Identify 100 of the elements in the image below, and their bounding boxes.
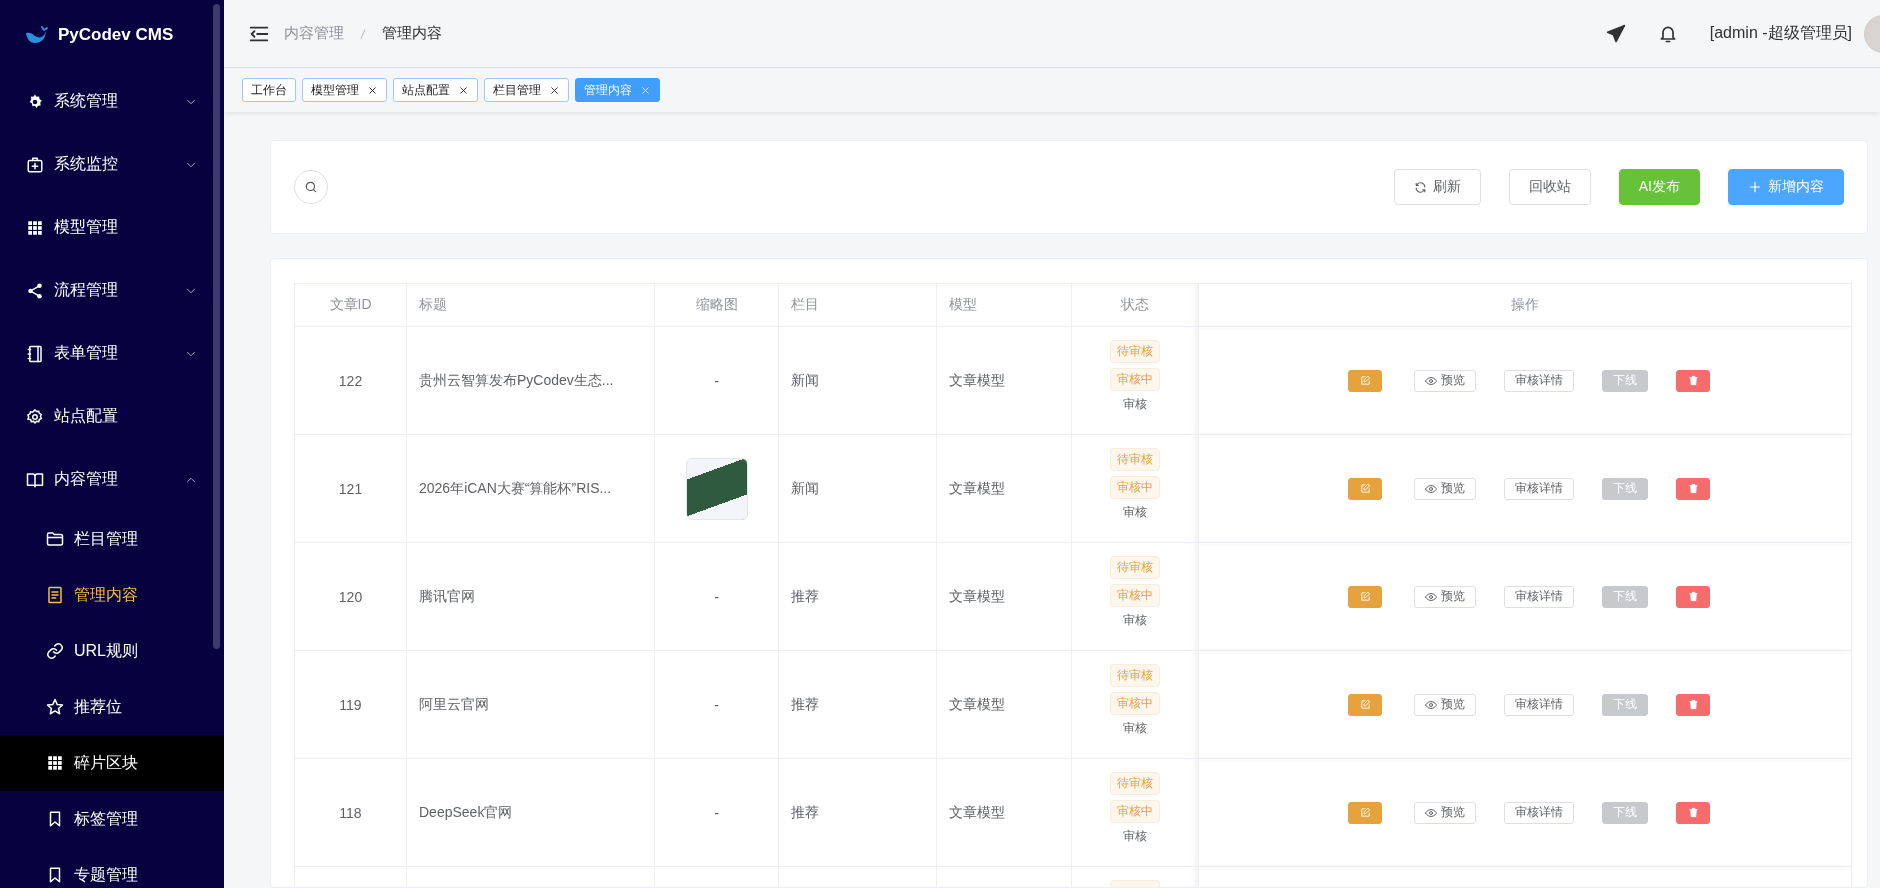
preview-button[interactable]: 预览 — [1414, 585, 1476, 608]
refresh-button[interactable]: 刷新 — [1393, 169, 1481, 205]
review-details-button[interactable]: 审核详情 — [1504, 585, 1574, 608]
table-cell: 文章模型 — [949, 371, 1005, 388]
status-tag: 待审核 — [1110, 664, 1160, 687]
sidebar-item[interactable]: 系统管理 — [0, 70, 224, 133]
status-tag: 待审核 — [1110, 340, 1160, 363]
column-header: 标题 — [406, 283, 655, 327]
review-details-button[interactable]: 审核详情 — [1504, 801, 1574, 824]
preview-button[interactable]: 预览 — [1414, 477, 1476, 500]
review-link[interactable]: 审核 — [1123, 828, 1147, 845]
tab[interactable]: 站点配置 — [393, 78, 478, 102]
table-cell: 新闻 — [791, 371, 819, 388]
delete-button[interactable] — [1676, 801, 1710, 824]
column-header: 文章ID — [294, 283, 407, 327]
review-link[interactable]: 审核 — [1123, 396, 1147, 413]
scrollbar[interactable] — [213, 4, 220, 649]
table-cell: 文章模型 — [949, 695, 1005, 712]
review-link[interactable]: 审核 — [1123, 720, 1147, 737]
document-icon — [46, 586, 64, 604]
edit-icon — [1359, 807, 1371, 818]
table-cell: 119 — [339, 696, 362, 713]
edit-icon — [1359, 699, 1371, 710]
table-cell: 118 — [339, 804, 362, 821]
sidebar-subitem[interactable]: 碎片区块 — [0, 735, 224, 791]
tab[interactable]: 栏目管理 — [484, 78, 569, 102]
table-cell: 腾讯官网 — [419, 587, 475, 604]
trash-icon — [1687, 483, 1699, 494]
table-cell: DeepSeek官网 — [419, 803, 513, 820]
column-header: 状态 — [1071, 283, 1199, 327]
column-header: 模型 — [936, 283, 1072, 327]
delete-button[interactable] — [1676, 477, 1710, 500]
status-tag: 审核中 — [1110, 584, 1160, 607]
table-cell: 阿里云官网 — [419, 695, 489, 712]
status-tag: 待审核 — [1110, 448, 1160, 471]
sidebar-subitem[interactable]: 专题管理 — [0, 847, 224, 888]
table-cell: 新闻 — [791, 479, 819, 496]
edit-button[interactable] — [1348, 369, 1382, 392]
close-icon[interactable] — [549, 84, 560, 96]
edit-button[interactable] — [1348, 585, 1382, 608]
status-tag: 待审核 — [1110, 556, 1160, 579]
notebook-icon — [26, 344, 44, 363]
eye-icon — [1425, 482, 1437, 495]
edit-icon — [1359, 375, 1371, 386]
review-details-button[interactable]: 审核详情 — [1504, 693, 1574, 716]
column-header: 缩略图 — [654, 283, 779, 327]
link-icon — [46, 642, 64, 660]
eye-icon — [1425, 590, 1437, 603]
edit-button[interactable] — [1348, 477, 1382, 500]
delete-button[interactable] — [1676, 585, 1710, 608]
status-tag: 审核中 — [1110, 368, 1160, 391]
tab[interactable]: 工作台 — [242, 78, 296, 102]
recycle-bin-button[interactable]: 回收站 — [1508, 169, 1591, 205]
sidebar-item[interactable]: 站点配置 — [0, 385, 224, 448]
tab[interactable]: 模型管理 — [302, 78, 387, 102]
preview-button[interactable]: 预览 — [1414, 801, 1476, 824]
sidebar-item[interactable]: 内容管理 — [0, 448, 224, 511]
refresh-icon — [1413, 180, 1427, 194]
status-tag: 待审核 — [1110, 772, 1160, 795]
send-icon[interactable] — [1605, 23, 1626, 44]
sidebar-subitem[interactable]: 标签管理 — [0, 791, 224, 847]
trash-icon — [1687, 591, 1699, 602]
table-cell: 文章模型 — [949, 587, 1005, 604]
review-details-button[interactable]: 审核详情 — [1504, 477, 1574, 500]
delete-button[interactable] — [1676, 693, 1710, 716]
plus-icon — [1748, 180, 1762, 194]
delete-button[interactable] — [1676, 369, 1710, 392]
review-link[interactable]: 审核 — [1123, 504, 1147, 521]
review-link[interactable]: 审核 — [1123, 612, 1147, 629]
sidebar-subitem[interactable]: 管理内容 — [0, 567, 224, 623]
sidebar-item[interactable]: 流程管理 — [0, 259, 224, 322]
close-icon[interactable] — [458, 84, 469, 96]
trash-icon — [1687, 699, 1699, 710]
close-icon[interactable] — [367, 84, 378, 96]
sidebar-item[interactable]: 模型管理 — [0, 196, 224, 259]
table-cell: - — [714, 588, 719, 605]
sidebar-subitem[interactable]: URL规则 — [0, 623, 224, 679]
preview-button[interactable]: 预览 — [1414, 693, 1476, 716]
sidebar-subitem[interactable]: 栏目管理 — [0, 511, 224, 567]
table-cell: 文章模型 — [949, 479, 1005, 496]
edit-button[interactable] — [1348, 801, 1382, 824]
eye-icon — [1425, 806, 1437, 819]
edit-icon — [1359, 483, 1371, 494]
grid-icon — [46, 754, 64, 772]
table-cell: - — [714, 804, 719, 821]
edit-icon — [1359, 591, 1371, 602]
table-cell: 推荐 — [791, 587, 819, 604]
user-menu[interactable]: [admin -超级管理员] — [1709, 23, 1852, 44]
book-icon — [26, 470, 44, 489]
sidebar-item[interactable]: 系统监控 — [0, 133, 224, 196]
edit-button[interactable] — [1348, 693, 1382, 716]
share-icon — [26, 281, 44, 300]
status-tag: 审核中 — [1110, 800, 1160, 823]
review-details-button[interactable]: 审核详情 — [1504, 369, 1574, 392]
sidebar-item[interactable]: 表单管理 — [0, 322, 224, 385]
table-cell: 2026年iCAN大赛“算能杯”RIS... — [419, 479, 612, 496]
sidebar-subitem[interactable]: 推荐位 — [0, 679, 224, 735]
table-cell: 120 — [338, 588, 363, 605]
preview-button[interactable]: 预览 — [1414, 369, 1476, 392]
table-cell: 推荐 — [791, 803, 819, 820]
